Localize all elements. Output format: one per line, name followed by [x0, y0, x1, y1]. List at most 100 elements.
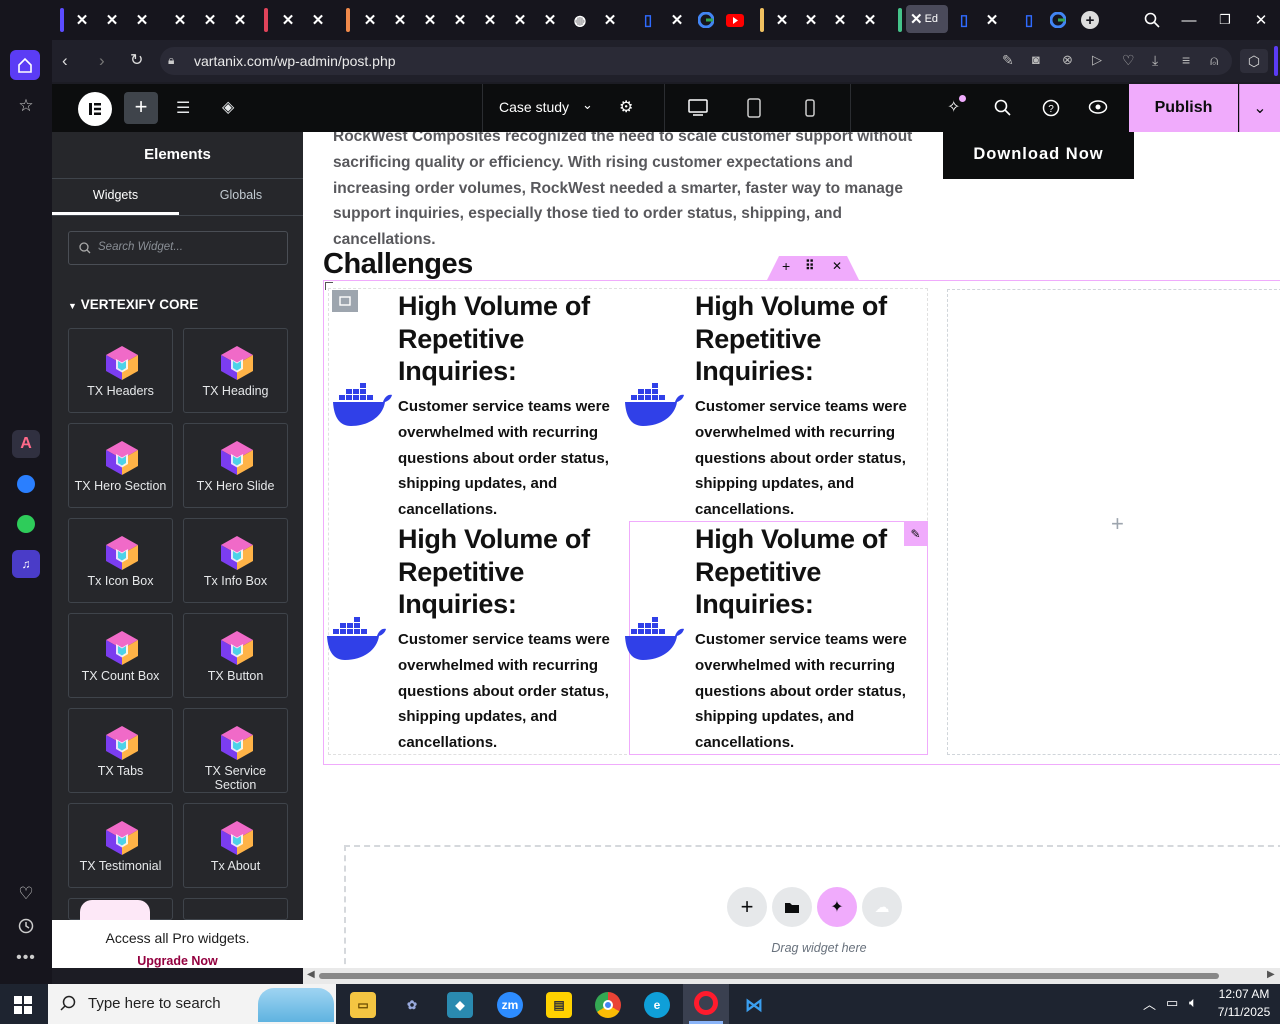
widget-search-field[interactable]: Search Widget...	[68, 231, 288, 265]
widget-card[interactable]: TX Tabs	[68, 708, 173, 793]
windows-start-icon[interactable]	[14, 996, 32, 1019]
home-icon[interactable]	[10, 50, 40, 80]
widget-card[interactable]: TX Count Box	[68, 613, 173, 698]
download-now-button[interactable]: Download Now	[943, 132, 1134, 179]
scroll-left-icon[interactable]: ◀	[307, 969, 315, 980]
url-field[interactable]: 🔒︎ vartanix.com/wp-admin/post.php ✎ ◙ ⊗ …	[160, 47, 1232, 75]
clock-time[interactable]: 12:07 AM	[1214, 987, 1274, 1001]
add-widget-plus-icon[interactable]: +	[1111, 511, 1124, 537]
minimize-icon[interactable]: —	[1177, 8, 1201, 32]
app-icon[interactable]: ◆	[447, 992, 473, 1018]
category-header[interactable]: ▼ VERTEXIFY CORE	[68, 297, 198, 312]
widget-card[interactable]: TX Hero Section	[68, 423, 173, 508]
publish-button[interactable]: Publish	[1129, 84, 1238, 132]
notifications-icon[interactable]: ✧	[947, 95, 966, 117]
download-icon[interactable]: ⤓	[1152, 52, 1158, 69]
new-tab-icon[interactable]: +	[1078, 8, 1102, 32]
add-section-button[interactable]: +	[727, 887, 767, 927]
tab-globals[interactable]: Globals	[179, 188, 303, 202]
messenger-icon[interactable]	[12, 470, 40, 498]
widget-card[interactable]: TX Testimonial	[68, 803, 173, 888]
tablet-view-icon[interactable]	[747, 98, 761, 123]
tab-x-icon[interactable]: ✕	[799, 8, 823, 32]
tab-x-icon[interactable]: ✕	[478, 8, 502, 32]
tab-x-icon[interactable]: ✕	[276, 8, 300, 32]
tab-x-icon[interactable]: ✕	[358, 8, 382, 32]
cloud-templates-icon[interactable]: ☁	[862, 887, 902, 927]
tab-x-icon[interactable]: ✕	[418, 8, 442, 32]
elementor-logo-icon[interactable]	[78, 92, 112, 126]
tab-x-icon[interactable]: ✕	[198, 8, 222, 32]
tab-group-marker[interactable]	[760, 8, 764, 32]
profile-icon[interactable]: ⍝	[1210, 52, 1218, 69]
active-tab[interactable]: ✕ Ed	[906, 5, 948, 33]
globe-icon[interactable]: ◍	[568, 8, 592, 32]
widget-card[interactable]: TX Heading	[183, 328, 288, 413]
add-section-icon[interactable]: +	[782, 258, 790, 274]
star-icon[interactable]: ☆	[12, 92, 40, 120]
tab-x-icon[interactable]: ✕	[538, 8, 562, 32]
back-icon[interactable]: ‹	[62, 51, 68, 71]
scrollbar-thumb[interactable]	[319, 973, 1219, 979]
tab-x-icon[interactable]: ✕	[858, 8, 882, 32]
tab-x-icon[interactable]: ✕	[508, 8, 532, 32]
file-explorer-icon[interactable]: ▭	[350, 992, 376, 1018]
tab-group-marker[interactable]	[264, 8, 268, 32]
google-icon[interactable]	[1046, 8, 1070, 32]
tab-group-marker[interactable]	[898, 8, 902, 32]
chevron-down-icon[interactable]: ⌄	[582, 97, 593, 113]
youtube-icon[interactable]	[723, 8, 747, 32]
structure-icon[interactable]: ◈	[222, 97, 234, 117]
forward-icon[interactable]: ›	[99, 51, 105, 71]
history-icon[interactable]	[12, 912, 40, 940]
delete-section-icon[interactable]: ✕	[832, 259, 842, 273]
tab-x-icon[interactable]: ✕	[388, 8, 412, 32]
volume-icon[interactable]: 🔈︎	[1189, 994, 1197, 1011]
extensions-icon[interactable]: ⬡	[1240, 49, 1268, 73]
empty-container[interactable]: +	[947, 289, 1280, 755]
widget-card[interactable]: Tx Icon Box	[68, 518, 173, 603]
chrome-icon[interactable]	[595, 992, 621, 1018]
scroll-right-icon[interactable]: ▶	[1267, 969, 1275, 980]
tab-x-icon[interactable]: ✕	[130, 8, 154, 32]
drop-zone[interactable]: + ✦ ☁ Drag widget here	[344, 845, 1280, 968]
tab-x-icon[interactable]: ✕	[598, 8, 622, 32]
sticky-notes-icon[interactable]: ▤	[546, 992, 572, 1018]
tab-x-icon[interactable]: ✕	[306, 8, 330, 32]
reload-icon[interactable]: ↻	[130, 50, 143, 70]
document-icon[interactable]: ▯	[952, 8, 976, 32]
tab-x-icon[interactable]: ✕	[665, 8, 689, 32]
mobile-view-icon[interactable]	[805, 99, 815, 122]
vscode-icon[interactable]: ⋈	[741, 992, 767, 1018]
widget-card[interactable]: TX Hero Slide	[183, 423, 288, 508]
search-icon[interactable]	[994, 99, 1012, 122]
section-handle[interactable]: + ⠿ ✕	[767, 256, 859, 280]
edit-icon[interactable]: ✎	[1002, 52, 1014, 69]
template-folder-icon[interactable]	[772, 887, 812, 927]
menu-icon[interactable]: ≡	[1182, 52, 1190, 68]
aria-icon[interactable]: A	[12, 430, 40, 458]
close-window-icon[interactable]: ✕	[1249, 8, 1273, 32]
edge-icon[interactable]: e	[644, 992, 670, 1018]
heart-icon[interactable]: ♡	[12, 880, 40, 908]
tab-widgets[interactable]: Widgets	[52, 188, 179, 202]
tab-group-marker[interactable]	[60, 8, 64, 32]
taskbar-search-box[interactable]: Type here to search	[48, 984, 336, 1024]
zoom-icon[interactable]: zm	[497, 992, 523, 1018]
document-icon[interactable]: ▯	[1017, 8, 1041, 32]
page-name[interactable]: Case study	[499, 99, 569, 115]
desktop-view-icon[interactable]	[688, 99, 708, 121]
app-icon[interactable]: ✿	[399, 992, 425, 1018]
maximize-icon[interactable]: ❐	[1213, 8, 1237, 32]
chevron-up-icon[interactable]: ︿	[1143, 994, 1156, 1013]
tab-x-icon[interactable]: ✕	[168, 8, 192, 32]
tab-x-icon[interactable]: ✕	[828, 8, 852, 32]
widget-card[interactable]: TX Headers	[68, 328, 173, 413]
widget-card[interactable]: TX Button	[183, 613, 288, 698]
ai-sparkle-icon[interactable]: ✦	[817, 887, 857, 927]
site-settings-icon[interactable]: ☰	[176, 98, 190, 118]
adblock-icon[interactable]: ⊗	[1062, 52, 1073, 68]
search-icon[interactable]	[1140, 8, 1164, 32]
camera-icon[interactable]: ◙	[1032, 52, 1040, 67]
more-icon[interactable]: •••	[12, 944, 40, 972]
